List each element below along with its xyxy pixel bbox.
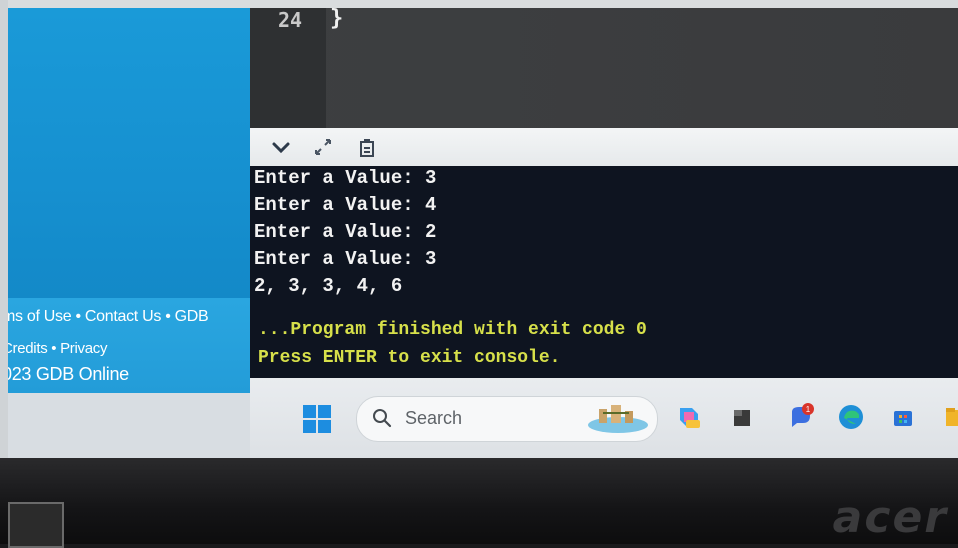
- copilot-icon[interactable]: [674, 402, 704, 432]
- windows-start-icon[interactable]: [302, 404, 332, 434]
- search-label: Search: [405, 408, 463, 428]
- console-line: Enter a Value: 3: [254, 248, 437, 270]
- footer-copyright: 023 GDB Online: [8, 364, 129, 384]
- sidebar-panel: [8, 8, 250, 298]
- console-output[interactable]: Enter a Value: 3 Enter a Value: 4 Enter …: [250, 166, 958, 378]
- console-line: Enter a Value: 4: [254, 194, 437, 216]
- exit-status-text: ...Program finished with exit code 0: [258, 320, 647, 340]
- footer-credits-privacy[interactable]: Credits • Privacy: [8, 340, 107, 357]
- chat-badge: 1: [806, 405, 811, 414]
- code-line[interactable]: }: [330, 6, 343, 31]
- edge-icon[interactable]: [836, 402, 866, 432]
- console-toolbar: [250, 128, 958, 166]
- sidebar-footer: ms of Use • Contact Us • GDB Credits • P…: [8, 298, 258, 393]
- code-editor[interactable]: 24 }: [250, 6, 958, 128]
- copy-clipboard-icon[interactable]: [356, 136, 378, 158]
- sidebar-lower: [8, 393, 250, 458]
- search-highlight-icon: [588, 405, 648, 433]
- footer-links[interactable]: ms of Use • Contact Us • GDB: [8, 308, 209, 326]
- monitor-bezel: acer: [0, 458, 958, 548]
- expand-icon[interactable]: [312, 136, 334, 158]
- console-line: Enter a Value: 2: [254, 221, 437, 243]
- store-icon[interactable]: [888, 402, 918, 432]
- screen-frame-left: [0, 0, 8, 470]
- console-line: 2, 3, 3, 4, 6: [254, 275, 403, 297]
- folder-icon[interactable]: [940, 402, 958, 432]
- search-icon: [373, 409, 392, 428]
- chevron-down-icon[interactable]: [270, 136, 292, 158]
- chat-icon[interactable]: 1: [786, 402, 816, 432]
- console-line: Enter a Value: 3: [254, 167, 437, 189]
- monitor-brand-logo: acer: [832, 492, 948, 543]
- file-explorer-icon[interactable]: [728, 402, 758, 432]
- press-enter-text: Press ENTER to exit console.: [258, 348, 561, 368]
- bezel-sticker: [8, 502, 64, 548]
- taskbar-search-box[interactable]: Search: [356, 396, 658, 442]
- screen-frame-top: [0, 0, 958, 8]
- line-number-gutter: 24: [250, 8, 326, 128]
- taskbar: Search 1: [250, 378, 958, 458]
- line-number: 24: [278, 8, 303, 32]
